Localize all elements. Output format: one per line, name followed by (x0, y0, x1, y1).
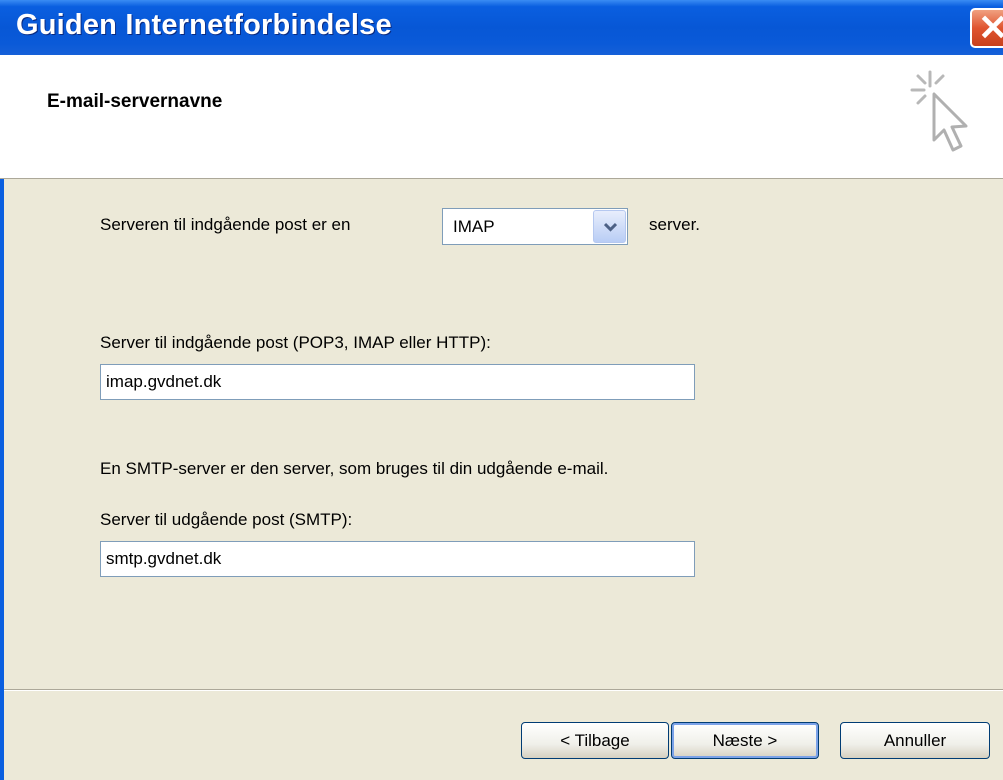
back-button[interactable]: < Tilbage (521, 722, 669, 759)
incoming-server-label: Server til indgående post (POP3, IMAP el… (100, 333, 491, 352)
incoming-type-suffix: server. (649, 215, 701, 234)
footer-separator (4, 689, 1003, 691)
wizard-window: Guiden Internetforbindelse ✕ E-mail-serv… (0, 0, 1003, 780)
next-button[interactable]: Næste > (671, 722, 819, 759)
page-title: E-mail-servernavne (47, 91, 223, 112)
incoming-type-label: Serveren til indgående post er en (100, 215, 351, 234)
outgoing-server-field-box (100, 541, 695, 577)
incoming-server-input[interactable] (106, 372, 686, 392)
outgoing-server-input[interactable] (106, 549, 686, 569)
incoming-server-type-select[interactable]: IMAP (442, 208, 628, 245)
wizard-cursor-icon (910, 70, 968, 152)
outgoing-server-label: Server til udgående post (SMTP): (100, 510, 353, 529)
wizard-header: E-mail-servernavne (0, 55, 1003, 179)
smtp-info-text: En SMTP-server er den server, som bruges… (100, 459, 609, 478)
close-button[interactable]: ✕ (970, 8, 1003, 48)
incoming-server-field-box (100, 364, 695, 400)
incoming-server-type-value: IMAP (453, 217, 495, 236)
window-title: Guiden Internetforbindelse (16, 9, 392, 41)
chevron-down-icon (604, 222, 617, 232)
close-icon: ✕ (978, 7, 1003, 48)
title-bar[interactable]: Guiden Internetforbindelse ✕ (0, 0, 1003, 55)
dropdown-button[interactable] (593, 210, 626, 243)
cancel-button[interactable]: Annuller (840, 722, 990, 759)
